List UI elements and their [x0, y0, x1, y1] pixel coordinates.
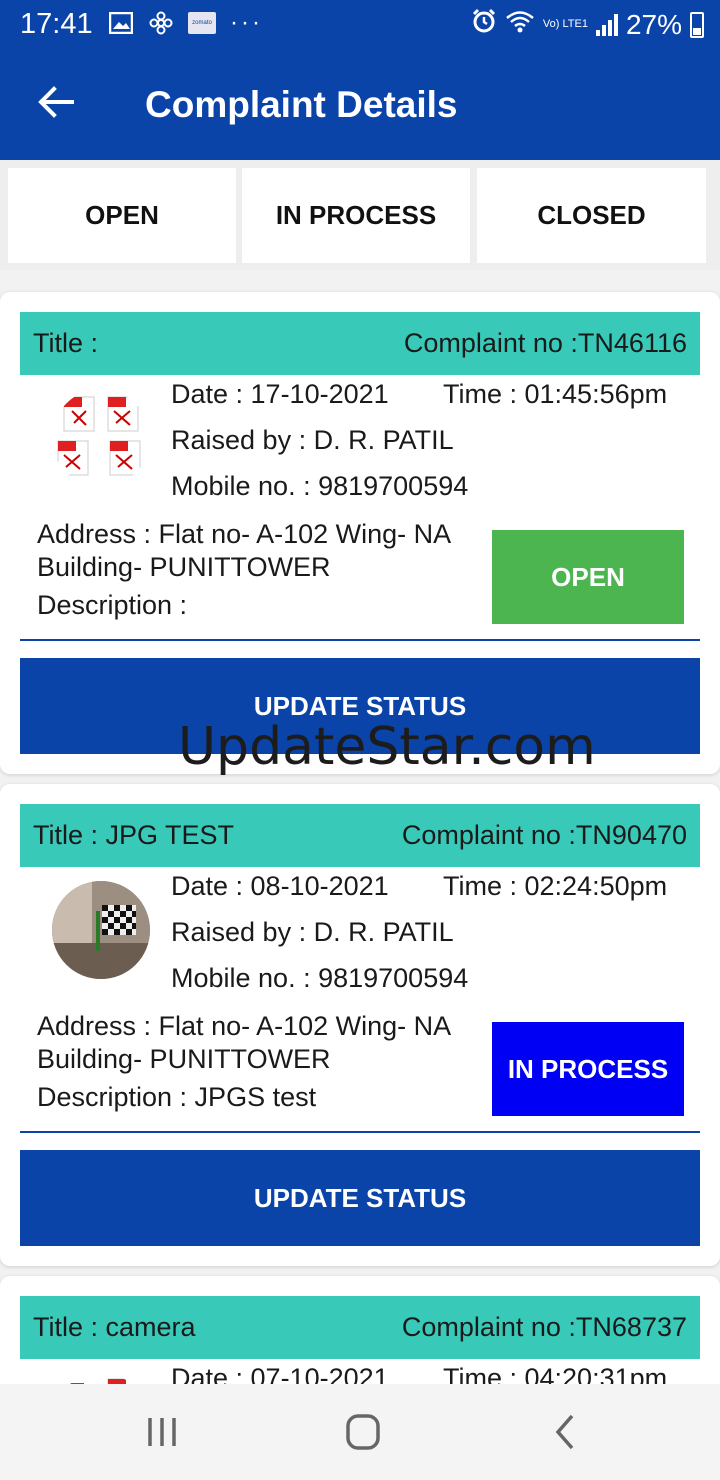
address-line-2: Building- PUNITTOWER — [37, 552, 331, 582]
complaint-header: Title : Complaint no :TN46116 — [20, 312, 700, 375]
pdf-attachment-thumbnail[interactable] — [52, 389, 150, 487]
address-line-2: Building- PUNITTOWER — [37, 1044, 331, 1074]
wifi-icon — [505, 9, 535, 41]
divider — [20, 1131, 700, 1133]
complaint-date: Date : 08-10-2021 — [171, 871, 389, 901]
back-nav-icon[interactable] — [544, 1412, 588, 1452]
complaint-header: Title : camera Complaint no :TN68737 — [20, 1296, 700, 1359]
more-notifications-icon: ··· — [230, 9, 263, 36]
zomato-icon: zomato — [188, 12, 216, 34]
address-line-1: Address : Flat no- A-102 Wing- NA — [37, 519, 452, 549]
complaint-time: Time : 02:24:50pm — [443, 871, 668, 901]
address-line-1: Address : Flat no- A-102 Wing- NA — [37, 1011, 452, 1041]
complaint-title: Title : JPG TEST — [33, 820, 235, 850]
app-bar: 17:41 zomato ··· Vo) LTE1 27% Complaint … — [0, 0, 720, 160]
status-bar: 17:41 zomato ··· Vo) LTE1 27% — [0, 0, 720, 50]
status-time: 17:41 — [20, 8, 93, 40]
notification-icons: zomato ··· — [108, 9, 263, 37]
system-navigation-bar — [0, 1384, 720, 1480]
image-attachment-thumbnail[interactable] — [52, 881, 150, 979]
complaint-time: Time : 01:45:56pm — [443, 379, 668, 409]
raised-by: Raised by : D. R. PATIL — [171, 917, 454, 947]
complaint-number: Complaint no :TN46116 — [403, 328, 687, 358]
page-title: Complaint Details — [145, 84, 458, 125]
description: Description : JPGS test — [37, 1082, 317, 1112]
complaint-card: Title : Complaint no :TN46116 Date : 17-… — [0, 292, 720, 774]
fan-icon — [148, 10, 174, 36]
status-tabs: OPEN IN PROCESS CLOSED — [0, 160, 720, 270]
update-status-button[interactable]: UPDATE STATUS — [20, 1150, 700, 1246]
signal-icon — [595, 13, 618, 36]
tab-in-process[interactable]: IN PROCESS — [242, 168, 470, 263]
complaint-number: Complaint no :TN68737 — [401, 1312, 687, 1342]
system-icons: Vo) LTE1 27% — [471, 8, 704, 41]
alarm-icon — [471, 8, 497, 41]
battery-icon — [690, 11, 704, 38]
complaint-header: Title : JPG TEST Complaint no :TN90470 — [20, 804, 700, 867]
status-badge-open: OPEN — [492, 530, 684, 624]
gallery-icon — [108, 10, 134, 36]
complaint-title: Title : — [33, 328, 99, 358]
back-arrow-icon[interactable] — [36, 82, 76, 122]
tab-closed[interactable]: CLOSED — [477, 168, 706, 263]
battery-percent: 27% — [625, 8, 682, 40]
divider — [20, 639, 700, 641]
mobile-number: Mobile no. : 9819700594 — [171, 963, 469, 993]
network-type: Vo) LTE1 — [542, 18, 588, 30]
complaint-date: Date : 17-10-2021 — [171, 379, 389, 409]
status-badge-in-process: IN PROCESS — [492, 1022, 684, 1116]
recent-apps-icon[interactable] — [140, 1412, 184, 1452]
complaint-title: Title : camera — [33, 1312, 196, 1342]
description: Description : — [37, 590, 188, 620]
watermark: UpdateStar.com — [178, 717, 596, 777]
raised-by: Raised by : D. R. PATIL — [171, 425, 454, 455]
complaint-number: Complaint no :TN90470 — [401, 820, 687, 850]
mobile-number: Mobile no. : 9819700594 — [171, 471, 469, 501]
home-icon[interactable] — [341, 1412, 385, 1452]
complaint-card: Title : JPG TEST Complaint no :TN90470 D… — [0, 784, 720, 1266]
tab-open[interactable]: OPEN — [8, 168, 236, 263]
